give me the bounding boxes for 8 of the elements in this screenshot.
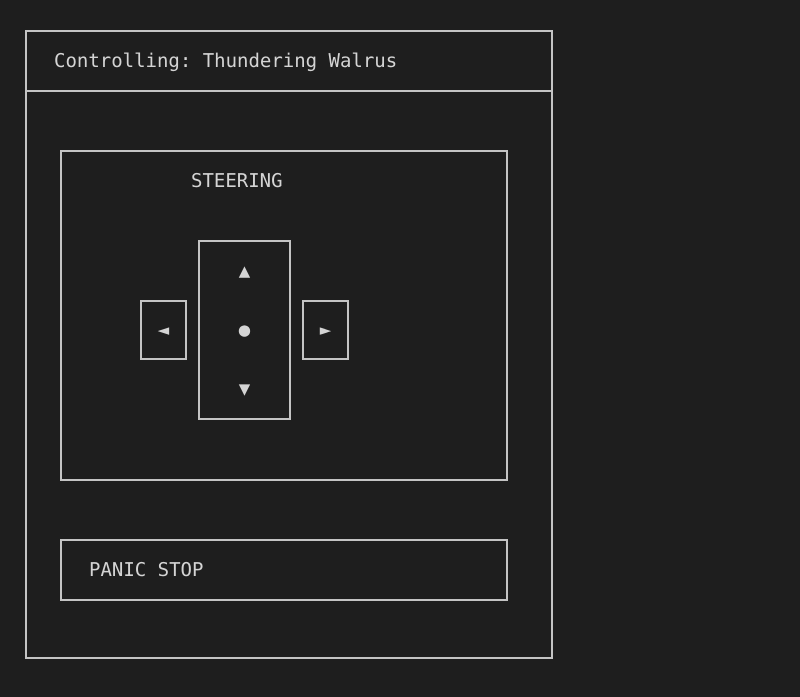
- steering-title: STEERING: [191, 169, 283, 194]
- up-button[interactable]: ▲: [200, 242, 289, 301]
- left-button[interactable]: ◄: [140, 300, 187, 360]
- panic-stop-button[interactable]: PANIC STOP: [60, 539, 508, 601]
- center-button[interactable]: ●: [200, 300, 289, 360]
- down-button[interactable]: ▼: [200, 359, 289, 418]
- controlling-title: Controlling: Thundering Walrus: [54, 49, 398, 74]
- right-button[interactable]: ►: [302, 300, 349, 360]
